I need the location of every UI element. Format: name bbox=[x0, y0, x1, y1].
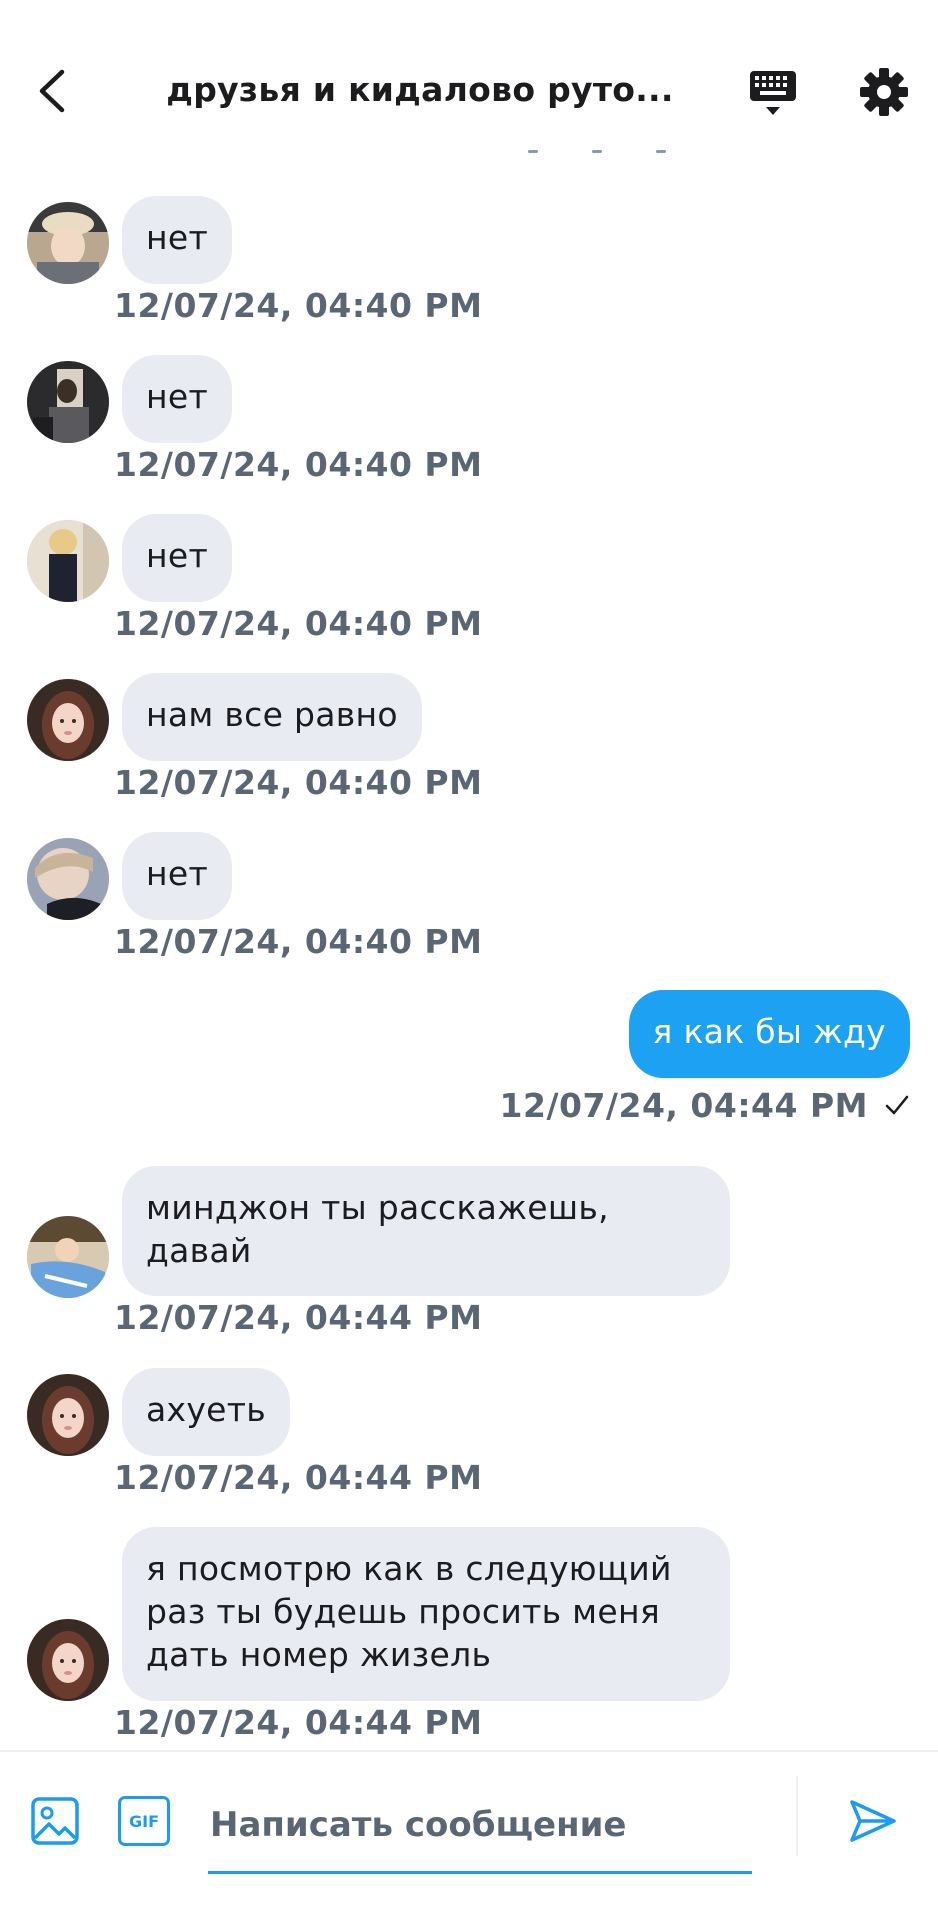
message-text: нет bbox=[146, 377, 209, 416]
message-timestamp: 12/07/24, 04:44 PM bbox=[114, 1298, 483, 1337]
message-bubble[interactable]: я посмотрю как в следующий раз ты будешь… bbox=[122, 1527, 730, 1701]
message-bubble[interactable]: нам все равно bbox=[122, 673, 422, 761]
message-timestamp: 12/07/24, 04:40 PM bbox=[114, 763, 483, 802]
gif-label: GIF bbox=[128, 1811, 159, 1831]
avatar[interactable] bbox=[27, 679, 109, 761]
chevron-left-icon bbox=[39, 69, 65, 113]
read-check-icon bbox=[885, 1095, 909, 1115]
keyboard-button[interactable] bbox=[746, 66, 802, 122]
chat-title[interactable]: друзья и кидалово руто... bbox=[150, 70, 690, 116]
gear-icon bbox=[860, 68, 908, 116]
avatar-photo bbox=[27, 520, 109, 602]
avatar[interactable] bbox=[27, 202, 109, 284]
message-text: нет bbox=[146, 536, 209, 575]
message-timestamp: 12/07/24, 04:40 PM bbox=[114, 445, 483, 484]
avatar-photo bbox=[27, 1619, 109, 1701]
message-text: нет bbox=[146, 218, 209, 257]
input-underline bbox=[208, 1871, 752, 1874]
message-timestamp: 12/07/24, 04:40 PM bbox=[114, 604, 483, 643]
chat-screen: друзья и кидалово руто... нет 12/07/24, … bbox=[0, 0, 938, 1920]
message-input[interactable] bbox=[208, 1782, 752, 1868]
avatar-photo bbox=[27, 361, 109, 443]
message-timestamp: 12/07/24, 04:44 PM bbox=[499, 1086, 868, 1125]
message-text: нет bbox=[146, 854, 209, 893]
message-timestamp: 12/07/24, 04:40 PM bbox=[114, 286, 483, 325]
avatar-photo bbox=[27, 1216, 109, 1298]
keyboard-icon bbox=[750, 71, 796, 115]
back-button[interactable] bbox=[26, 64, 76, 118]
message-input-wrapper bbox=[208, 1782, 752, 1874]
message-timestamp: 12/07/24, 04:44 PM bbox=[114, 1703, 483, 1742]
message-text: нам все равно bbox=[146, 695, 398, 734]
divider bbox=[796, 1776, 798, 1856]
avatar-photo bbox=[27, 202, 109, 284]
avatar[interactable] bbox=[27, 1619, 109, 1701]
send-icon bbox=[850, 1800, 896, 1842]
avatar[interactable] bbox=[27, 838, 109, 920]
message-bubble[interactable]: нет bbox=[122, 355, 233, 443]
message-text: минджон ты расскажешь, давай bbox=[146, 1188, 609, 1270]
avatar[interactable] bbox=[27, 1216, 109, 1298]
message-bubble-outgoing[interactable]: я как бы жду bbox=[628, 990, 910, 1078]
message-bubble[interactable]: нет bbox=[122, 514, 233, 602]
message-text: я посмотрю как в следующий раз ты будешь… bbox=[146, 1549, 672, 1674]
avatar-photo bbox=[27, 838, 109, 920]
avatar-photo bbox=[27, 1374, 109, 1456]
avatar[interactable] bbox=[27, 361, 109, 443]
avatar[interactable] bbox=[27, 1374, 109, 1456]
avatar[interactable] bbox=[27, 520, 109, 602]
message-bubble[interactable]: минджон ты расскажешь, давай bbox=[122, 1166, 730, 1296]
message-timestamp: 12/07/24, 04:44 PM bbox=[114, 1458, 483, 1497]
message-timestamp: 12/07/24, 04:40 PM bbox=[114, 922, 483, 961]
gif-button[interactable]: GIF bbox=[118, 1796, 170, 1846]
message-text: ахуеть bbox=[146, 1390, 267, 1429]
send-button[interactable] bbox=[848, 1796, 898, 1846]
message-list[interactable]: нет 12/07/24, 04:40 PM нет 12/07/24, 04:… bbox=[0, 150, 938, 1750]
chat-header: друзья и кидалово руто... bbox=[0, 0, 938, 153]
message-bubble[interactable]: ахуеть bbox=[122, 1368, 291, 1456]
message-text: я как бы жду bbox=[652, 1012, 886, 1051]
message-composer: GIF bbox=[0, 1750, 938, 1920]
image-icon bbox=[31, 1797, 79, 1845]
settings-button[interactable] bbox=[858, 66, 910, 118]
add-image-button[interactable] bbox=[30, 1796, 80, 1846]
avatar-photo bbox=[27, 679, 109, 761]
message-bubble[interactable]: нет bbox=[122, 196, 233, 284]
message-bubble[interactable]: нет bbox=[122, 832, 233, 920]
